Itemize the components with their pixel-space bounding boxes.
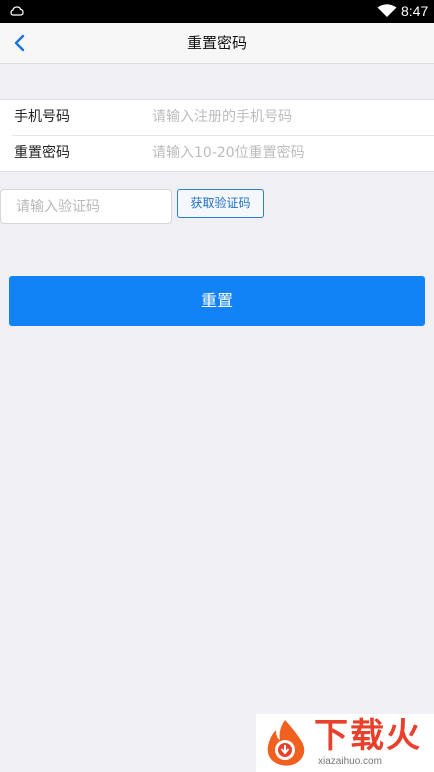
- watermark: 下载火 xiazaihuo.com: [256, 714, 434, 772]
- password-row: 重置密码 请输入10-20位重置密码: [0, 136, 434, 171]
- notification-icon: [10, 6, 24, 16]
- phone-input[interactable]: 请输入注册的手机号码: [152, 108, 292, 126]
- verification-code-placeholder: 请输入验证码: [16, 199, 100, 215]
- flame-logo-icon: [267, 720, 305, 766]
- status-bar: 8:47: [0, 0, 434, 23]
- phone-label: 手机号码: [14, 109, 70, 125]
- verification-code-input[interactable]: 请输入验证码: [0, 189, 172, 224]
- status-time: 8:47: [401, 3, 429, 19]
- watermark-brand: 下载火: [314, 716, 422, 756]
- phone-row: 手机号码 请输入注册的手机号码: [0, 100, 434, 136]
- wifi-icon: [377, 4, 397, 17]
- reset-button[interactable]: 重置: [9, 276, 425, 326]
- navigation-bar: 重置密码: [0, 23, 434, 64]
- watermark-domain: xiazaihuo.com: [318, 756, 382, 767]
- get-code-button[interactable]: 获取验证码: [177, 189, 264, 218]
- reset-form: 手机号码 请输入注册的手机号码 重置密码 请输入10-20位重置密码: [0, 99, 434, 172]
- password-input[interactable]: 请输入10-20位重置密码: [152, 144, 305, 162]
- password-label: 重置密码: [14, 145, 70, 161]
- page-title: 重置密码: [186, 34, 247, 52]
